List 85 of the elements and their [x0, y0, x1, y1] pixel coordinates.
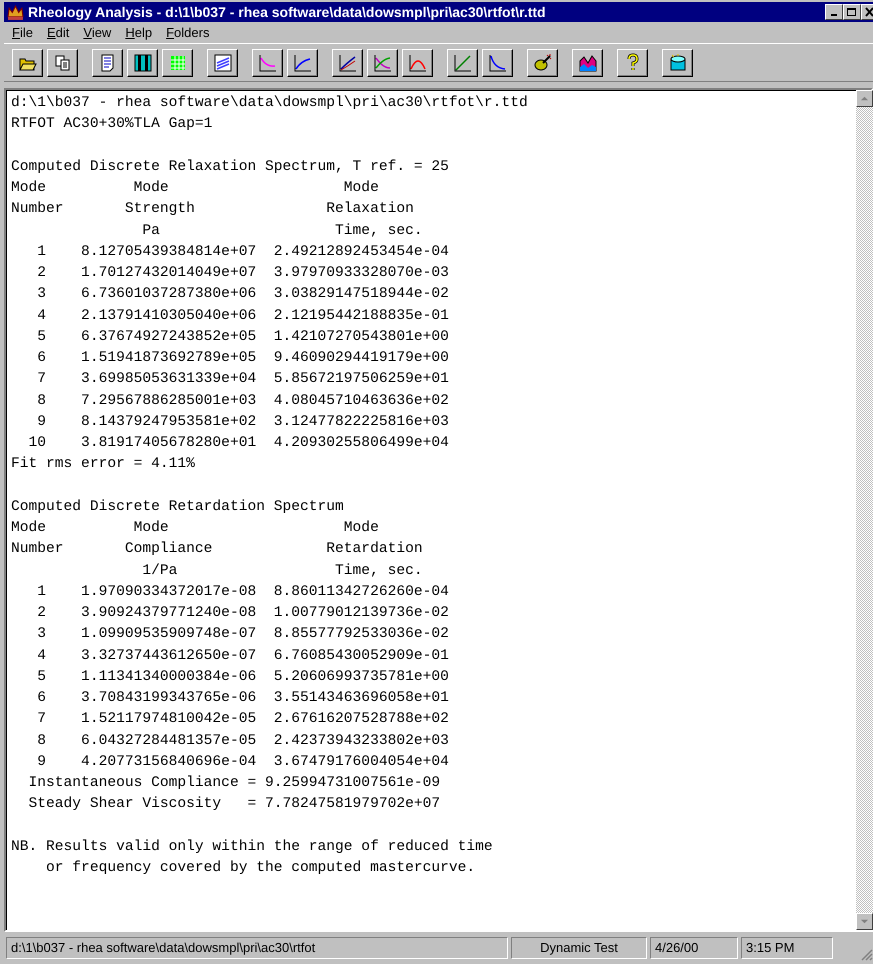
- text-line: 5 6.37674927243852e+05 1.42107270543801e+00: [36, 328, 449, 347]
- rising-curve-icon: [338, 53, 358, 73]
- toolbar-button[interactable]: [162, 49, 193, 77]
- text-line: 6 3.70843199343765e-06 3.55143463696058e+01: [36, 689, 449, 708]
- toolbar-button[interactable]: [127, 49, 158, 77]
- lines-icon: [212, 53, 232, 73]
- text-line: 5 1.11341340000384e-06 5.20606993735781e+00: [36, 668, 449, 687]
- toolbar-button[interactable]: [207, 49, 238, 77]
- menu-item[interactable]: Help: [125, 25, 152, 40]
- resize-grip-icon[interactable]: [859, 947, 873, 961]
- text-line: 1 1.97090334372017e-08 8.86011342726260e-04: [36, 582, 449, 602]
- status-pane: 3:15 PM: [741, 937, 833, 959]
- text-line: 2 3.90924379771240e-08 1.00779012139736e-02: [36, 604, 449, 623]
- text-line: 9 8.14379247953581e+02 3.12477822225816e+03: [36, 412, 449, 432]
- minimize-button[interactable]: [825, 4, 843, 20]
- magic-wand-icon: [532, 53, 552, 73]
- text-line: 7 1.52117974810042e-05 2.67616207528788e+02: [36, 710, 449, 730]
- text-line: 1/Pa Time, sec.: [141, 562, 423, 580]
- status-pane: d:\1\b037 - rhea software\data\dowsmpl\pri\ac30\rtfot: [6, 937, 508, 959]
- text-line: Computed Discrete Relaxation Spectrum, T ref. = 25: [11, 158, 449, 177]
- text-line: 3 6.73601037287380e+06 3.03829147518944e-02: [36, 285, 449, 304]
- maximize-icon: [846, 7, 858, 17]
- toolbar-button[interactable]: [617, 49, 648, 77]
- text-line: Pa Time, sec.: [141, 222, 423, 240]
- scroll-down-button[interactable]: [856, 913, 873, 930]
- up-arrow-icon: [860, 94, 869, 103]
- toolbar-button[interactable]: [402, 49, 433, 77]
- toolbar-button[interactable]: [47, 49, 78, 77]
- text-line: 7 3.69985053631339e+04 5.85672197506259e+01: [36, 370, 449, 390]
- toolbar-button[interactable]: [287, 49, 318, 77]
- toolbar-button[interactable]: [572, 49, 603, 77]
- toolbar-button[interactable]: [332, 49, 363, 77]
- text-line: NB. Results valid only within the range of reduced time: [11, 838, 493, 857]
- drum-icon: [668, 53, 688, 73]
- menu-item[interactable]: Edit: [46, 25, 70, 40]
- minimize-icon: [831, 14, 837, 16]
- toolbar-button[interactable]: [662, 49, 693, 77]
- text-line: or frequency covered by the computed mastercurve.: [45, 859, 476, 878]
- text-line: d:\1\b037 - rhea software\data\dowsmpl\pri\ac30\rtfot\r.ttd: [11, 94, 528, 113]
- text-line: 9 4.20773156840696e-04 3.67479176004054e+04: [36, 752, 449, 772]
- text-line: 4 3.32737443612650e-07 6.76085430052909e-01: [36, 646, 449, 666]
- text-line: RTFOT AC30+30%TLA Gap=1: [11, 115, 212, 134]
- toolbar-button[interactable]: [367, 49, 398, 77]
- status-pane: 4/26/00: [650, 937, 738, 959]
- text-line: 6 1.51941873692789e+05 9.46090294419179e+00: [36, 349, 449, 368]
- toolbar-button[interactable]: [12, 49, 43, 77]
- menu-item[interactable]: View: [83, 25, 112, 40]
- text-line: Instantaneous Compliance = 9.25994731007561e-09: [28, 774, 440, 793]
- toolbar-button[interactable]: [482, 49, 513, 77]
- menu-item[interactable]: File: [12, 25, 33, 40]
- scroll-up-button[interactable]: [856, 90, 873, 107]
- text-line: 10 3.81917405678280e+01 4.20930255806499e+04: [28, 434, 449, 453]
- text-line: 3 1.09909535909748e-07 8.85577792533036e-02: [36, 625, 449, 644]
- menu-item[interactable]: Folders: [166, 25, 210, 40]
- toolbar-button[interactable]: [252, 49, 283, 77]
- text-line: Mode Mode Mode: [11, 519, 379, 538]
- columns-icon: [132, 53, 152, 73]
- text-line: 8 7.29567886285001e+03 4.08045710463636e+02: [36, 392, 449, 410]
- copy-icon: [52, 53, 72, 73]
- window-title: Rheology Analysis - d:\1\b037 - rhea software\data\dowsmpl\pri\ac30\rtfot\r.ttd: [28, 4, 547, 20]
- text-line: 1 8.12705439384814e+07 2.49212892453454e-04: [36, 242, 449, 262]
- toolbar-button[interactable]: [447, 49, 478, 77]
- status-pane: Dynamic Test: [511, 937, 647, 959]
- close-icon: [864, 7, 873, 17]
- text-line: Mode Mode Mode: [11, 179, 379, 198]
- text-line: 4 2.13791410305040e+06 2.12195442188835e-01: [36, 306, 449, 326]
- area-chart-icon: [578, 53, 598, 73]
- text-line: 8 6.04327284481357e-05 2.42373943233802e+03: [36, 732, 449, 750]
- decay-curve-icon: [488, 53, 508, 73]
- crossing-curves-icon: [372, 53, 392, 73]
- falling-curve-icon: [258, 53, 278, 73]
- maximize-button[interactable]: [843, 4, 861, 20]
- text-line: Fit rms error = 4.11%: [11, 455, 195, 474]
- text-line: Number Compliance Retardation: [11, 540, 423, 560]
- crown-icon: [7, 4, 24, 20]
- rising-curve-icon: [292, 53, 312, 73]
- text-line: Computed Discrete Retardation Spectrum: [11, 498, 344, 517]
- toolbar-button[interactable]: [92, 49, 123, 77]
- text-line: Steady Shear Viscosity = 7.78247581979702e+07: [28, 795, 440, 814]
- down-arrow-icon: [860, 917, 869, 926]
- toolbar-button[interactable]: [527, 49, 558, 77]
- arch-curve-icon: [408, 53, 428, 73]
- text-line: Number Strength Relaxation: [11, 200, 414, 220]
- diagonal-line-icon: [452, 53, 472, 73]
- text-line: 2 1.70127432014049e+07 3.97970933328070e-03: [36, 264, 449, 283]
